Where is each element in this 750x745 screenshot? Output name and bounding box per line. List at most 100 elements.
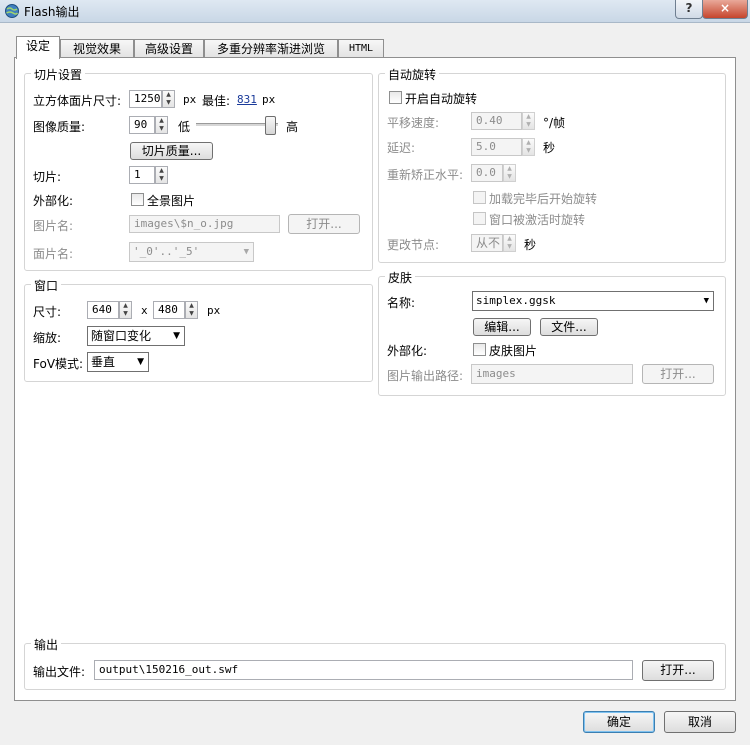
- face-name-select[interactable]: '_0'..'_5' ▼: [129, 242, 254, 262]
- tab-html[interactable]: HTML: [338, 39, 384, 58]
- delay-label: 延迟:: [387, 141, 416, 155]
- spin-down-icon[interactable]: ▼: [156, 175, 167, 183]
- spin-down-icon[interactable]: ▼: [504, 173, 515, 181]
- quality-slider-thumb[interactable]: [264, 116, 276, 135]
- app-globe-icon: [5, 4, 19, 18]
- width-input[interactable]: 640: [87, 301, 119, 319]
- image-name-input[interactable]: images\$n_o.jpg: [129, 215, 280, 233]
- spin-up-icon[interactable]: ▲: [156, 117, 167, 125]
- output-file-label: 输出文件:: [33, 665, 86, 679]
- image-name-label: 图片名:: [33, 219, 74, 233]
- autorotate-enable-checkbox[interactable]: [389, 91, 402, 104]
- height-input[interactable]: 480: [153, 301, 185, 319]
- tab-multires[interactable]: 多重分辨率渐进浏览: [204, 39, 338, 58]
- tab-settings[interactable]: 设定: [16, 36, 60, 59]
- chevron-down-icon: ▼: [137, 357, 144, 367]
- output-open-button[interactable]: 打开...: [642, 660, 714, 681]
- spin-down-icon[interactable]: ▼: [523, 147, 534, 155]
- level-input[interactable]: 0.0: [471, 164, 503, 182]
- cube-size-unit: px: [183, 93, 197, 106]
- skin-output-path-label: 图片输出路径:: [387, 369, 464, 383]
- level-spinner[interactable]: ▲ ▼: [503, 164, 516, 182]
- skin-output-open-button[interactable]: 打开...: [642, 364, 714, 384]
- spin-up-icon[interactable]: ▲: [523, 113, 534, 121]
- tiles-count-input[interactable]: 1: [129, 166, 155, 184]
- panorama-image-label: 全景图片: [147, 194, 196, 208]
- output-group-title: 输出: [31, 636, 62, 653]
- pan-speed-spinner[interactable]: ▲ ▼: [522, 112, 535, 130]
- best-size-link[interactable]: 831: [237, 93, 257, 106]
- pan-speed-input[interactable]: 0.40: [471, 112, 522, 130]
- pan-speed-unit: °/帧: [543, 116, 566, 130]
- spin-up-icon[interactable]: ▲: [504, 165, 515, 173]
- face-name-label: 面片名:: [33, 247, 74, 261]
- face-name-value: '_0'..'_5': [133, 245, 200, 258]
- quality-low-label: 低: [178, 120, 191, 134]
- externalize-label: 外部化:: [33, 194, 74, 208]
- tile-quality-button[interactable]: 切片质量...: [130, 142, 213, 160]
- scale-select[interactable]: 随窗口变化 ▼: [87, 326, 185, 346]
- ok-button[interactable]: 确定: [583, 711, 655, 733]
- spin-down-icon[interactable]: ▼: [156, 125, 167, 133]
- close-button[interactable]: ×: [702, 0, 748, 19]
- rotate-when-active-label: 窗口被激活时旋转: [489, 213, 586, 227]
- size-x-label: x: [141, 304, 148, 317]
- height-spinner[interactable]: ▲ ▼: [185, 301, 198, 319]
- autorotate-enable-label: 开启自动旋转: [405, 92, 478, 106]
- cube-size-input[interactable]: 1250: [129, 90, 162, 108]
- width-spinner[interactable]: ▲ ▼: [119, 301, 132, 319]
- spin-down-icon[interactable]: ▼: [186, 310, 197, 318]
- start-after-load-checkbox[interactable]: [473, 191, 486, 204]
- tab-advanced[interactable]: 高级设置: [134, 39, 204, 58]
- change-node-input[interactable]: 从不: [471, 234, 503, 252]
- help-button[interactable]: ?: [675, 0, 703, 19]
- window-title: Flash输出: [24, 5, 80, 19]
- size-unit: px: [207, 304, 221, 317]
- scale-label: 缩放:: [33, 331, 62, 345]
- spin-up-icon[interactable]: ▲: [156, 167, 167, 175]
- change-node-spinner[interactable]: ▲ ▼: [503, 234, 516, 252]
- spin-up-icon[interactable]: ▲: [523, 139, 534, 147]
- cube-size-spinner[interactable]: ▲ ▼: [162, 90, 175, 108]
- skin-edit-button[interactable]: 编辑...: [473, 318, 531, 336]
- spin-up-icon[interactable]: ▲: [186, 302, 197, 310]
- delay-input[interactable]: 5.0: [471, 138, 522, 156]
- quality-spinner[interactable]: ▲ ▼: [155, 116, 168, 134]
- spin-down-icon[interactable]: ▼: [523, 121, 534, 129]
- cube-size-label: 立方体面片尺寸:: [33, 94, 122, 108]
- delay-spinner[interactable]: ▲ ▼: [522, 138, 535, 156]
- start-after-load-label: 加载完毕后开始旋转: [489, 192, 598, 206]
- spin-down-icon[interactable]: ▼: [120, 310, 131, 318]
- skin-group-title: 皮肤: [385, 269, 416, 286]
- tiles-group-title: 切片设置: [31, 66, 86, 83]
- skin-externalize-label: 外部化:: [387, 344, 428, 358]
- best-label: 最佳:: [202, 94, 231, 108]
- cancel-button[interactable]: 取消: [664, 711, 736, 733]
- spin-up-icon[interactable]: ▲: [120, 302, 131, 310]
- title-bar[interactable]: Flash输出 ? ×: [0, 0, 750, 23]
- skin-output-path-input[interactable]: images: [471, 364, 633, 384]
- skin-name-select[interactable]: simplex.ggsk ▼: [472, 291, 714, 311]
- spin-up-icon[interactable]: ▲: [504, 235, 515, 243]
- spin-up-icon[interactable]: ▲: [163, 91, 174, 99]
- spin-down-icon[interactable]: ▼: [504, 243, 515, 251]
- change-node-label: 更改节点:: [387, 238, 440, 252]
- skin-name-label: 名称:: [387, 296, 416, 310]
- panorama-image-checkbox[interactable]: [131, 193, 144, 206]
- skin-images-checkbox[interactable]: [473, 343, 486, 356]
- quality-label: 图像质量:: [33, 120, 86, 134]
- tab-visual-effects[interactable]: 视觉效果: [60, 39, 134, 58]
- window-group-title: 窗口: [31, 277, 62, 294]
- tiles-count-spinner[interactable]: ▲ ▼: [155, 166, 168, 184]
- fov-mode-select[interactable]: 垂直 ▼: [87, 352, 149, 372]
- fov-mode-value: 垂直: [91, 355, 116, 369]
- rotate-when-active-checkbox[interactable]: [473, 212, 486, 225]
- change-node-unit: 秒: [524, 238, 537, 252]
- output-file-input[interactable]: output\150216_out.swf: [94, 660, 633, 680]
- skin-file-button[interactable]: 文件...: [540, 318, 598, 336]
- quality-input[interactable]: 90: [129, 116, 155, 134]
- pan-speed-label: 平移速度:: [387, 116, 440, 130]
- spin-down-icon[interactable]: ▼: [163, 99, 174, 107]
- scale-value: 随窗口变化: [91, 329, 152, 343]
- image-name-open-button[interactable]: 打开...: [288, 214, 360, 234]
